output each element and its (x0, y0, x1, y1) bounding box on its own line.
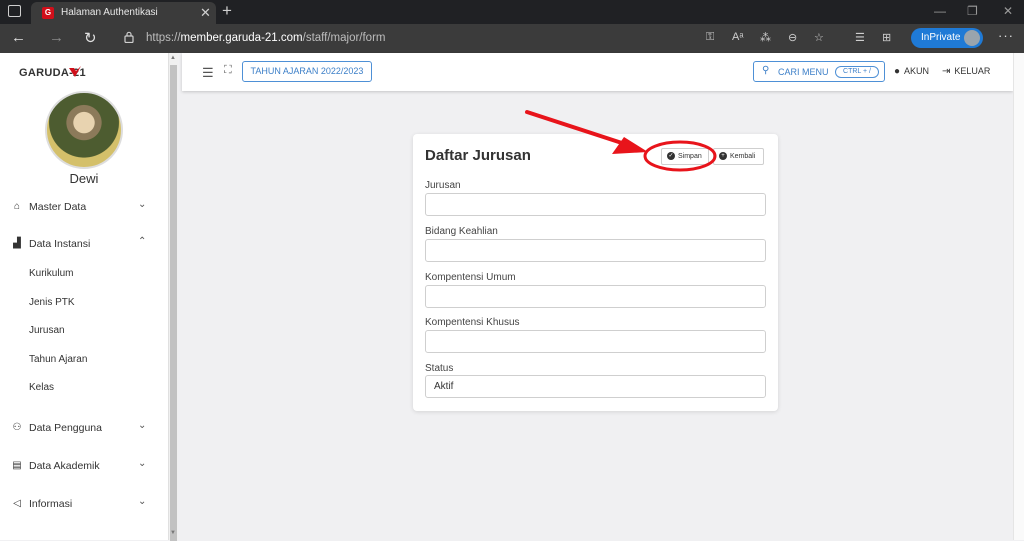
sidebar-item-label: Data Akademik (29, 460, 100, 472)
refresh-icon[interactable]: ↻ (84, 29, 97, 47)
kompetensi-umum-input[interactable] (425, 285, 766, 308)
save-button[interactable]: ✓ Simpan (661, 148, 709, 165)
tab-close-icon[interactable]: ✕ (200, 5, 211, 21)
url-field[interactable]: https://member.garuda-21.com/staff/major… (146, 32, 386, 44)
sidebar-item-master-data[interactable]: ⌂ Master Data ⌄ (10, 198, 158, 218)
user-icon: ⚇ (12, 422, 22, 433)
sidebar-item-data-instansi[interactable]: ▟ Data Instansi ⌃ (10, 235, 158, 255)
search-menu-button[interactable]: ⚲ CARI MENU CTRL + / (753, 61, 885, 82)
app-header: ☰ ⛶ TAHUN AJARAN 2022/2023 ⚲ CARI MENU C… (182, 53, 1013, 91)
plus-circle-icon: + (719, 152, 727, 160)
building-icon: ▟ (13, 238, 21, 249)
close-window-button[interactable]: ✕ (1003, 4, 1013, 18)
logout-icon: ⇥ (942, 66, 951, 77)
sidebar: GARUDA-21 Dewi ⌂ Master Data ⌄ ▟ Data In… (0, 53, 168, 540)
logout-button[interactable]: ⇥ KELUAR (942, 66, 990, 77)
sidebar-subitem-kelas[interactable]: Kelas (29, 382, 54, 393)
search-shortcut-badge: CTRL + / (835, 66, 879, 78)
chevron-up-icon: ⌃ (138, 236, 147, 247)
key-icon[interactable]: ⚿ (706, 31, 714, 44)
sidebar-item-informasi[interactable]: ◁ Informasi ⌄ (10, 495, 158, 515)
major-form-card: Daftar Jurusan ✓ Simpan + Kembali Jurusa… (413, 134, 778, 411)
favorites-icon[interactable]: ☰ (855, 31, 865, 44)
jurusan-input[interactable] (425, 193, 766, 216)
field-label-status: Status (425, 363, 454, 374)
save-label: Simpan (678, 153, 702, 160)
menu-toggle-icon[interactable]: ☰ (202, 65, 214, 81)
field-label-jurusan: Jurusan (425, 180, 461, 191)
sidebar-scrollbar[interactable]: ▲ ▼ (168, 53, 178, 541)
search-menu-label: CARI MENU (778, 67, 829, 77)
forward-arrow-icon[interactable]: → (49, 29, 64, 46)
site-favicon-icon: G (42, 7, 54, 19)
search-icon: ⚲ (762, 65, 770, 76)
restore-button[interactable]: ❐ (967, 4, 978, 18)
new-tab-button[interactable]: + (222, 1, 232, 21)
browser-address-bar: ← → ↻ https://member.garuda-21.com/staff… (0, 24, 1024, 53)
zoom-icon[interactable]: ⊖ (788, 31, 797, 44)
sidebar-item-data-pengguna[interactable]: ⚇ Data Pengguna ⌄ (10, 419, 158, 439)
status-select[interactable]: Aktif (425, 375, 766, 398)
scroll-up-icon[interactable]: ▲ (170, 55, 176, 61)
sidebar-item-label: Data Pengguna (29, 422, 102, 434)
sidebar-subitem-tahun-ajaran[interactable]: Tahun Ajaran (29, 354, 87, 365)
home-icon: ⌂ (13, 201, 21, 212)
favorite-add-icon[interactable]: ☆ (814, 31, 824, 44)
sidebar-subitem-jenis-ptk[interactable]: Jenis PTK (29, 297, 75, 308)
more-options-icon[interactable]: ··· (998, 28, 1014, 43)
logout-label: KELUAR (954, 66, 991, 76)
minimize-button[interactable]: — (934, 4, 946, 18)
sidebar-subitem-kurikulum[interactable]: Kurikulum (29, 268, 73, 279)
profile-avatar (964, 30, 980, 46)
sidebar-item-label: Informasi (29, 498, 73, 510)
lock-icon (124, 31, 134, 43)
field-label-bidang-keahlian: Bidang Keahlian (425, 226, 498, 237)
check-circle-icon: ✓ (667, 152, 675, 160)
sidebar-scroll-thumb[interactable] (170, 65, 177, 541)
browser-tab[interactable]: G Halaman Authentikasi ✕ (31, 2, 216, 24)
inprivate-label: InPrivate (921, 32, 961, 43)
translate-icon[interactable]: ⁂ (760, 31, 771, 44)
sidebar-item-label: Master Data (29, 201, 87, 213)
chevron-down-icon: ⌄ (138, 496, 147, 507)
field-label-kompetensi-khusus: Kompentensi Khusus (425, 317, 520, 328)
back-button[interactable]: + Kembali (713, 148, 764, 165)
page-scrollbar[interactable] (1013, 53, 1024, 540)
book-icon: ▤ (12, 460, 22, 471)
account-circle-icon: ● (894, 66, 901, 77)
fullscreen-icon[interactable]: ⛶ (224, 64, 232, 77)
sidebar-item-data-akademik[interactable]: ▤ Data Akademik ⌄ (10, 457, 158, 477)
read-aloud-icon[interactable]: Aᵃ (732, 31, 743, 43)
user-name: Dewi (69, 171, 99, 186)
browser-tab-bar: G Halaman Authentikasi ✕ + — ❐ ✕ (0, 0, 1024, 24)
academic-year-button[interactable]: TAHUN AJARAN 2022/2023 (242, 61, 372, 82)
chevron-down-icon: ⌄ (138, 458, 147, 469)
garuda-logo-icon (69, 66, 81, 77)
bidang-keahlian-input[interactable] (425, 239, 766, 262)
form-title: Daftar Jurusan (425, 147, 531, 164)
back-arrow-icon[interactable]: ← (11, 29, 26, 46)
megaphone-icon: ◁ (13, 498, 21, 509)
kompetensi-khusus-input[interactable] (425, 330, 766, 353)
inprivate-badge[interactable]: InPrivate (911, 28, 983, 48)
user-avatar[interactable] (45, 91, 123, 169)
collections-icon[interactable]: ⊞ (882, 31, 891, 44)
tab-title: Halaman Authentikasi (61, 7, 158, 18)
sidebar-item-label: Data Instansi (29, 238, 91, 250)
chevron-down-icon: ⌄ (138, 199, 147, 210)
sidebar-subitem-jurusan[interactable]: Jurusan (29, 325, 65, 336)
scroll-down-icon[interactable]: ▼ (170, 530, 176, 536)
tab-actions-icon[interactable] (8, 5, 21, 17)
field-label-kompetensi-umum: Kompentensi Umum (425, 272, 516, 283)
account-button[interactable]: ● AKUN (894, 66, 929, 77)
account-label: AKUN (904, 66, 930, 76)
chevron-down-icon: ⌄ (138, 420, 147, 431)
back-label: Kembali (730, 153, 756, 160)
